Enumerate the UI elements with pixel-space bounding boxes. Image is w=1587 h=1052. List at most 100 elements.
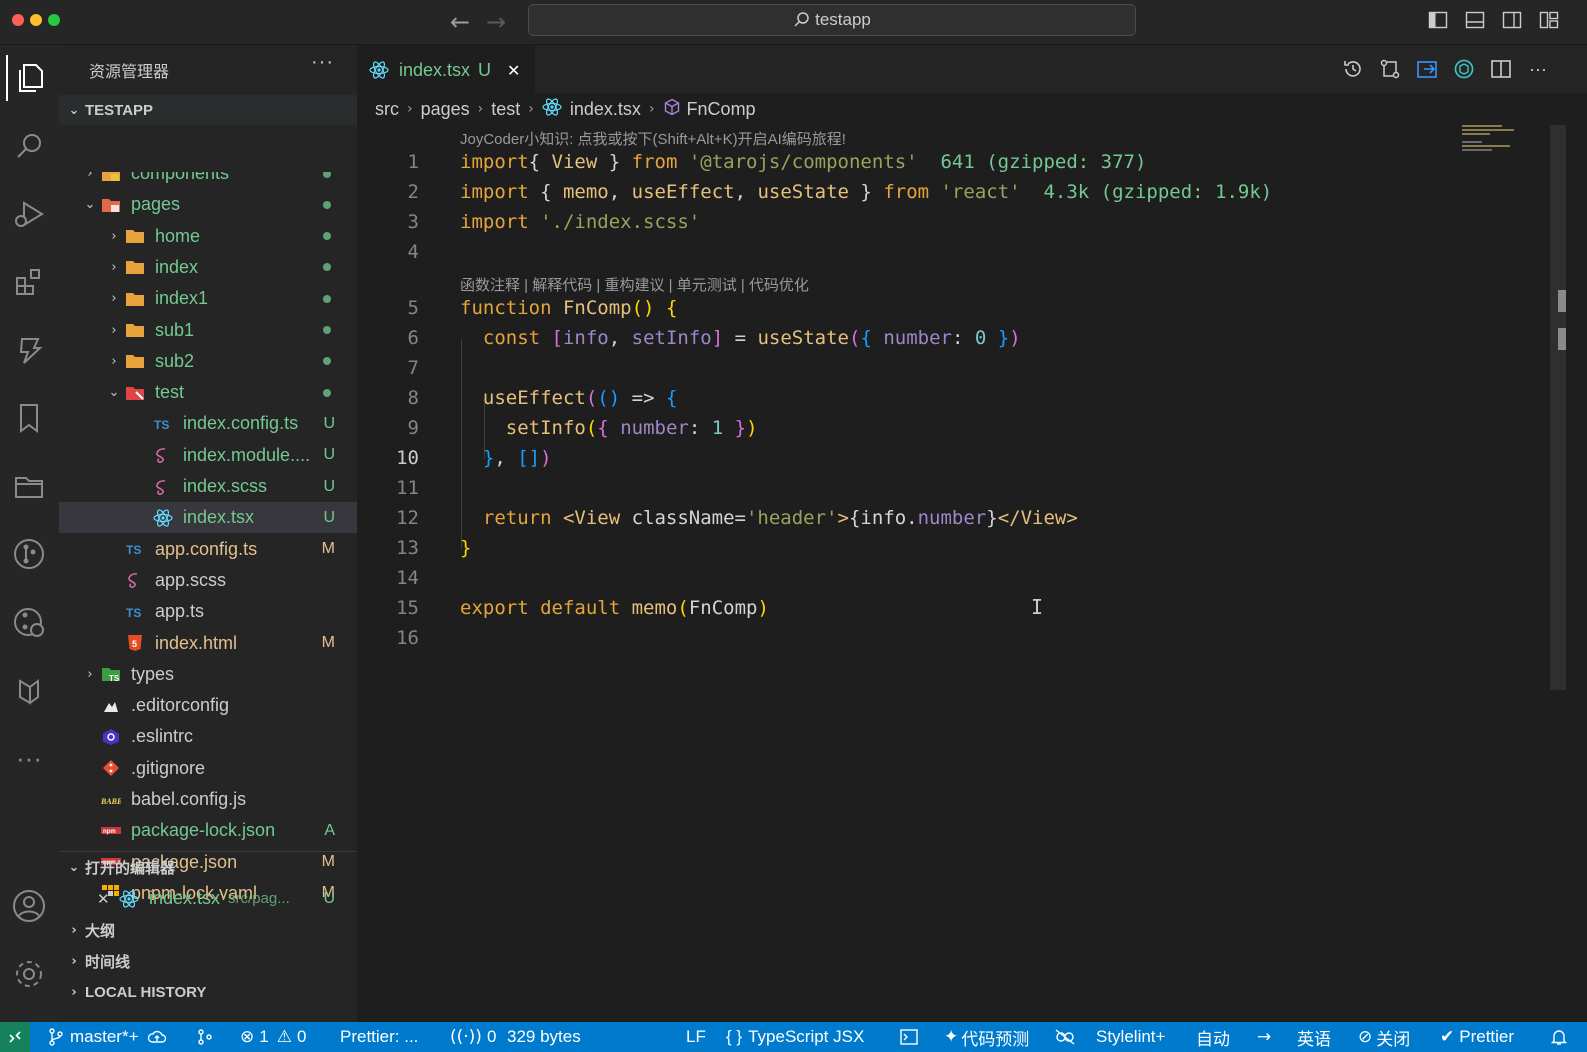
prettier-status[interactable]: Prettier: ... — [340, 1022, 418, 1052]
split-editor-icon[interactable] — [1489, 57, 1513, 81]
back-arrow-icon[interactable]: ← — [450, 8, 470, 36]
tab-close-icon[interactable]: ✕ — [507, 61, 520, 80]
tree-item-sub1[interactable]: › sub1 — [59, 315, 357, 346]
tree-item-index-module[interactable]: index.module.... U — [59, 440, 357, 471]
folder-file-icon — [125, 258, 145, 276]
code-token: const — [460, 327, 552, 349]
settings-gear-icon[interactable] — [6, 951, 52, 997]
ports-status[interactable]: ((·)) 0 — [450, 1022, 496, 1052]
search-icon[interactable] — [6, 123, 52, 169]
chevron-down-icon: ⌄ — [68, 102, 80, 118]
tab-index-tsx[interactable]: index.tsx U ✕ — [357, 45, 535, 94]
open-changes-icon[interactable] — [1415, 57, 1439, 81]
code-predict-status[interactable]: ✦ 代码预测 — [944, 1022, 1029, 1052]
project-section-header[interactable]: ⌄ TESTAPP — [59, 95, 357, 125]
tree-item-eslintrc[interactable]: .eslintrc — [59, 721, 357, 752]
tree-item-package-lock-json[interactable]: npm package-lock.json A — [59, 815, 357, 846]
breadcrumb-item[interactable]: src — [375, 99, 399, 120]
folder-icon[interactable] — [6, 463, 52, 509]
remote-explorer-icon[interactable] — [6, 667, 52, 713]
svg-text:npm: npm — [103, 829, 116, 835]
codelens-actions[interactable]: 函数注释 | 解释代码 | 重构建议 | 单元测试 | 代码优化 — [460, 274, 809, 295]
open-editors-header[interactable]: ⌄ 打开的编辑器 — [59, 851, 357, 882]
history-icon[interactable] — [1341, 57, 1365, 81]
compare-changes-icon[interactable] — [1378, 57, 1402, 81]
breadcrumb-item[interactable]: test — [491, 99, 520, 120]
git-graph-icon[interactable] — [6, 599, 52, 645]
stylelint-status[interactable]: Stylelint+ — [1096, 1022, 1165, 1052]
breadcrumb-item[interactable]: index.tsx — [570, 99, 641, 120]
sidebar-more-button[interactable]: ··· — [311, 51, 334, 74]
language-mode-status[interactable]: { } TypeScript JSX — [726, 1022, 864, 1052]
tree-item-test[interactable]: ⌄ test — [59, 377, 357, 408]
tree-item-gitignore[interactable]: .gitignore — [59, 753, 357, 784]
local-history-header[interactable]: › LOCAL HISTORY — [59, 977, 357, 1007]
vertical-scrollbar[interactable] — [1550, 125, 1566, 690]
forward-arrow-icon[interactable]: → — [486, 8, 506, 36]
minimap[interactable] — [1462, 123, 1522, 153]
notifications-bell-icon[interactable] — [1550, 1022, 1568, 1052]
tree-item-app-scss[interactable]: app.scss — [59, 565, 357, 596]
close-icon[interactable]: ✕ — [97, 890, 119, 908]
branch-status[interactable]: master*+ — [48, 1022, 167, 1052]
auto-status[interactable]: 自动 — [1196, 1022, 1230, 1052]
joycoder-icon[interactable] — [6, 327, 52, 373]
accounts-icon[interactable] — [6, 883, 52, 929]
run-debug-icon[interactable] — [6, 191, 52, 237]
git-compare-icon[interactable] — [196, 1022, 214, 1052]
more-views-icon[interactable]: ··· — [6, 735, 52, 781]
tree-item-components[interactable]: › components — [59, 172, 357, 189]
toggle-secondary-sidebar-icon[interactable] — [1502, 10, 1522, 30]
chevron-right-icon: › — [71, 984, 77, 1000]
ai-assistant-icon[interactable] — [1452, 57, 1476, 81]
remote-indicator-icon[interactable] — [0, 1022, 30, 1052]
toggle-primary-sidebar-icon[interactable] — [1428, 10, 1448, 30]
minimize-window-button[interactable] — [30, 14, 42, 26]
close-window-button[interactable] — [12, 14, 24, 26]
customize-layout-icon[interactable] — [1539, 10, 1559, 30]
problems-status[interactable]: ⊗ 1 ⚠ 0 — [240, 1022, 306, 1052]
eol-status[interactable]: LF — [686, 1022, 706, 1052]
maximize-window-button[interactable] — [48, 14, 60, 26]
tree-item-index1[interactable]: › index1 — [59, 283, 357, 314]
code-token: 'react' — [929, 181, 1021, 203]
ts-file-icon: TS — [125, 603, 145, 621]
language-en-status[interactable]: 英语 — [1297, 1022, 1331, 1052]
tree-item-index[interactable]: › index — [59, 252, 357, 283]
tree-item-babel-config-js[interactable]: BABEL babel.config.js — [59, 784, 357, 815]
close-status[interactable]: ⊘ 关闭 — [1358, 1022, 1410, 1052]
source-control-icon[interactable] — [6, 531, 52, 577]
toggle-panel-icon[interactable] — [1465, 10, 1485, 30]
code-editor[interactable]: JoyCoder小知识: 点我或按下(Shift+Alt+K)开启AI编码旅程!… — [357, 125, 1587, 1005]
joycoder-hint[interactable]: JoyCoder小知识: 点我或按下(Shift+Alt+K)开启AI编码旅程! — [460, 128, 846, 149]
tree-item-index-tsx[interactable]: index.tsx U — [59, 502, 357, 534]
tree-item-index-html[interactable]: 5 index.html M — [59, 628, 357, 659]
terminal-icon[interactable] — [900, 1022, 918, 1052]
command-center-search[interactable]: testapp — [528, 4, 1136, 36]
tree-item-sub2[interactable]: › sub2 — [59, 346, 357, 377]
eslint-file-icon — [101, 728, 121, 746]
tree-item-editorconfig[interactable]: .editorconfig — [59, 690, 357, 721]
copilot-off-icon[interactable] — [1054, 1022, 1076, 1052]
tree-item-index-scss[interactable]: index.scss U — [59, 471, 357, 502]
error-count: 1 — [259, 1027, 269, 1046]
more-actions-icon[interactable]: ··· — [1526, 57, 1550, 81]
file-size-status[interactable]: 329 bytes — [507, 1022, 581, 1052]
tree-item-types[interactable]: › TS types — [59, 659, 357, 690]
open-editor-item[interactable]: ✕ index.tsx src/pag... U — [59, 883, 357, 914]
breadcrumb-item[interactable]: FnComp — [687, 99, 756, 120]
tree-item-pages[interactable]: ⌄ pages — [59, 189, 357, 220]
timeline-header[interactable]: › 时间线 — [59, 946, 357, 976]
sidebar-title: 资源管理器 — [89, 64, 170, 81]
tree-item-app-config-ts[interactable]: TS app.config.ts M — [59, 534, 357, 565]
code-token: info. — [860, 507, 918, 529]
tree-item-index-config-ts[interactable]: TS index.config.ts U — [59, 408, 357, 439]
tree-item-home[interactable]: › home — [59, 221, 357, 252]
outline-header[interactable]: › 大纲 — [59, 915, 357, 945]
bookmark-icon[interactable] — [6, 395, 52, 441]
explorer-icon[interactable] — [6, 55, 54, 101]
breadcrumb-item[interactable]: pages — [421, 99, 470, 120]
prettier-format-status[interactable]: ✔ Prettier — [1440, 1022, 1514, 1052]
tree-item-app-ts[interactable]: TS app.ts — [59, 596, 357, 627]
extensions-icon[interactable] — [6, 259, 52, 305]
